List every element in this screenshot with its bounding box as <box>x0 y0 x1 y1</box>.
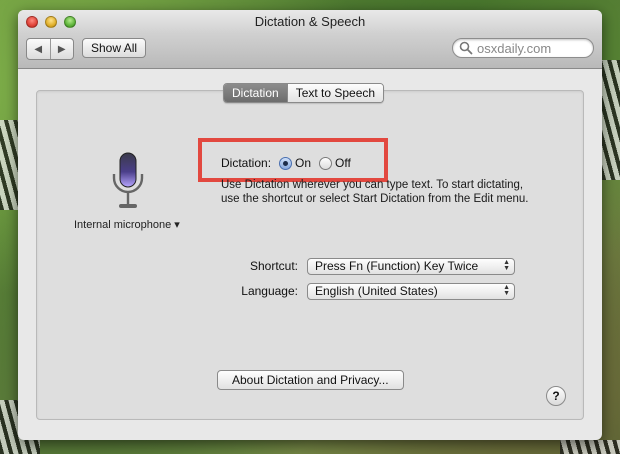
microphone-selector[interactable]: Internal microphone ▾ <box>74 218 180 231</box>
close-window-button[interactable] <box>26 16 38 28</box>
history-navigation: ◀ ▶ <box>26 38 74 60</box>
dictation-description: Use Dictation wherever you can type text… <box>221 179 529 205</box>
search-text: osxdaily.com <box>477 40 552 56</box>
back-arrow-icon: ◀ <box>34 43 43 55</box>
window-controls <box>26 16 76 28</box>
popup-arrows-icon: ▲ ▼ <box>503 284 510 297</box>
language-value: English (United States) <box>315 284 438 298</box>
wallpaper-zebra-bottom-right <box>560 440 620 454</box>
language-label: Language: <box>241 284 298 298</box>
about-dictation-button[interactable]: About Dictation and Privacy... <box>217 370 404 390</box>
language-popup[interactable]: English (United States) ▲ ▼ <box>307 283 515 300</box>
preferences-window: Dictation & Speech ◀ ▶ Show All osxdaily… <box>18 10 602 440</box>
wallpaper-zebra-left <box>0 120 18 210</box>
tab-dictation[interactable]: Dictation <box>224 84 287 102</box>
microphone-icon <box>112 152 144 208</box>
wallpaper-zebra-right <box>602 60 620 180</box>
forward-arrow-icon: ▶ <box>57 43 66 55</box>
search-icon <box>459 41 473 55</box>
dictation-toggle-row: Dictation: On Off <box>221 156 351 170</box>
window-title: Dictation & Speech <box>254 14 366 29</box>
show-all-button[interactable]: Show All <box>82 38 147 58</box>
dictation-on-label[interactable]: On <box>295 156 311 170</box>
dictation-off-radio[interactable] <box>319 156 333 170</box>
help-button[interactable]: ? <box>546 386 566 406</box>
tab-text-to-speech[interactable]: Text to Speech <box>286 84 384 102</box>
zoom-window-button[interactable] <box>64 16 76 28</box>
shortcut-label: Shortcut: <box>249 259 298 273</box>
question-mark-icon: ? <box>552 389 560 403</box>
back-button[interactable]: ◀ <box>27 39 50 59</box>
popup-arrows-icon: ▲ ▼ <box>503 259 510 272</box>
title-bar[interactable]: Dictation & Speech <box>18 10 602 34</box>
dictation-label: Dictation: <box>221 156 272 170</box>
tab-bar: Dictation Text to Speech <box>223 83 385 103</box>
search-field[interactable]: osxdaily.com <box>452 38 594 58</box>
minimize-window-button[interactable] <box>45 16 57 28</box>
dictation-on-radio[interactable] <box>279 156 293 170</box>
dictation-off-label[interactable]: Off <box>335 156 351 170</box>
shortcut-value: Press Fn (Function) Key Twice <box>315 259 479 273</box>
toolbar: ◀ ▶ Show All osxdaily.com <box>18 34 602 69</box>
forward-button[interactable]: ▶ <box>49 39 74 59</box>
shortcut-popup[interactable]: Press Fn (Function) Key Twice ▲ ▼ <box>307 258 515 275</box>
